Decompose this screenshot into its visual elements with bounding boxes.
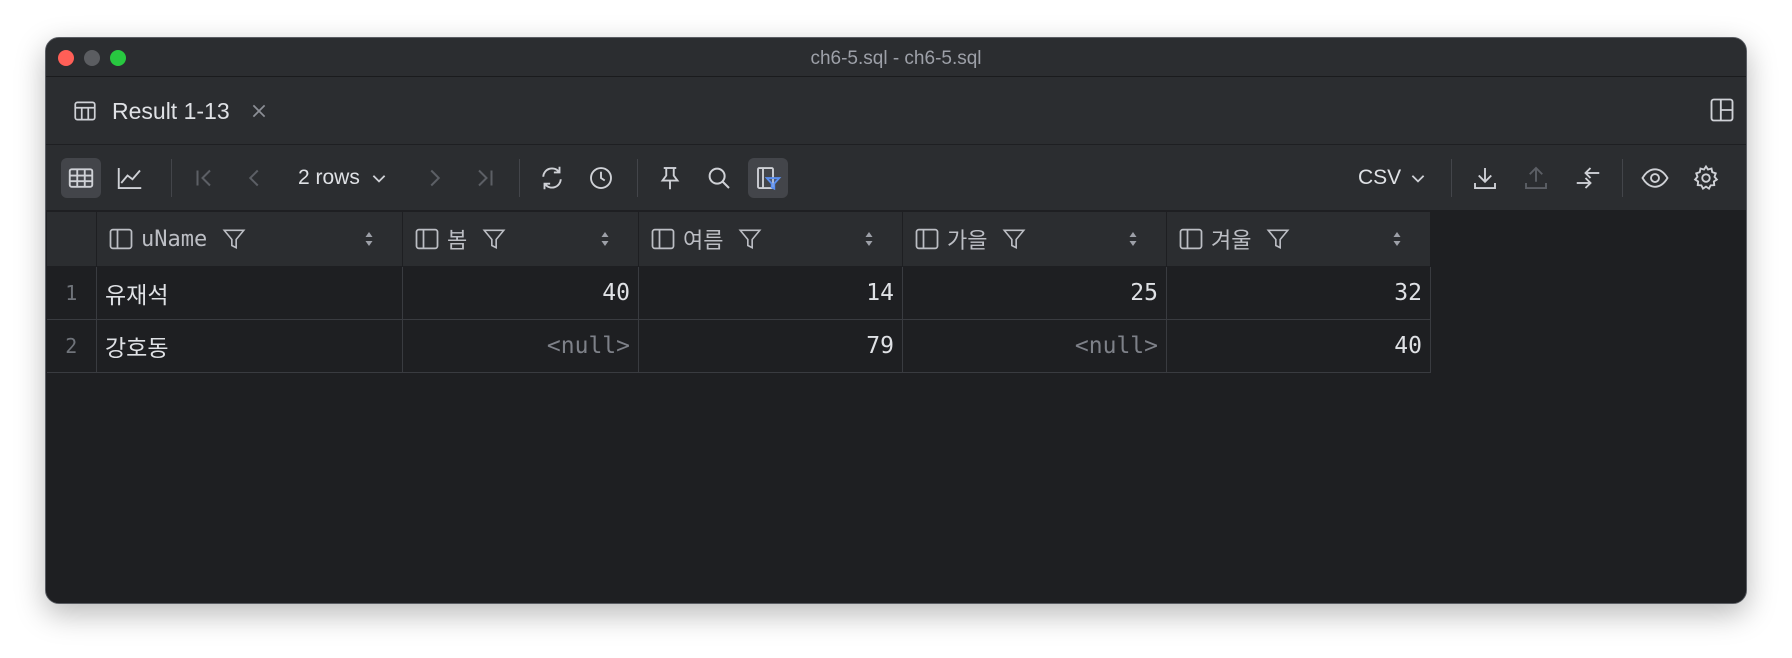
sort-icon[interactable]: [1126, 228, 1140, 250]
last-page-icon: [478, 169, 493, 187]
sort-icon[interactable]: [598, 228, 612, 250]
filter-icon[interactable]: [737, 226, 763, 252]
chevron-down-icon: [1411, 175, 1425, 183]
table-cell[interactable]: 40: [402, 266, 639, 320]
refresh-icon: [542, 166, 562, 190]
result-table: uName 봄 여름 가을 겨울 1 유재석 40 14 25 32 2 강호동 <null> 79 <nu…: [46, 211, 1431, 373]
search-icon: [708, 167, 730, 189]
table-cell[interactable]: 유재석: [96, 266, 403, 320]
table-icon: [74, 101, 96, 121]
result-toolbar: 2 rows CSV: [46, 145, 1746, 211]
previous-page-button[interactable]: [234, 158, 274, 198]
first-page-icon: [196, 169, 211, 187]
history-button[interactable]: [581, 158, 621, 198]
header-row: uName 봄 여름 가을 겨울: [46, 211, 1431, 267]
ide-window: ch6-5.sql - ch6-5.sql Result 1-13 2 rows…: [45, 37, 1747, 604]
rows-count-dropdown[interactable]: 2 rows: [298, 163, 388, 193]
last-page-button[interactable]: [464, 158, 504, 198]
result-tab-bar: Result 1-13: [46, 77, 1746, 145]
table-cell[interactable]: 강호동: [96, 319, 403, 373]
sort-icon[interactable]: [862, 228, 876, 250]
chart-view-button[interactable]: [110, 158, 150, 198]
import-button[interactable]: [1516, 158, 1556, 198]
table-row[interactable]: 2 강호동 <null> 79 <null> 40: [46, 319, 1431, 373]
column-header[interactable]: 가을: [902, 211, 1167, 267]
column-icon: [651, 228, 675, 250]
filter-icon[interactable]: [1001, 226, 1027, 252]
export-format-label: CSV: [1358, 166, 1402, 189]
column-icon: [415, 228, 439, 250]
gear-icon: [1693, 164, 1719, 190]
table-cell[interactable]: 14: [638, 266, 903, 320]
column-header[interactable]: 여름: [638, 211, 903, 267]
column-header[interactable]: uName: [96, 211, 403, 267]
compare-button[interactable]: [1568, 158, 1608, 198]
pin-icon: [660, 167, 680, 190]
column-icon: [109, 228, 133, 250]
table-cell[interactable]: 25: [902, 266, 1167, 320]
rows-count-label: 2 rows: [298, 166, 360, 189]
column-header-label: 가을: [947, 229, 988, 254]
table-cell[interactable]: 79: [638, 319, 903, 373]
table-view-button[interactable]: [61, 158, 101, 198]
column-icon: [1179, 228, 1203, 250]
table-row[interactable]: 1 유재석 40 14 25 32: [46, 266, 1431, 320]
next-page-button[interactable]: [415, 158, 455, 198]
column-header-label: 봄: [447, 229, 468, 254]
table-cell[interactable]: <null>: [902, 319, 1167, 373]
filter-toggle-button[interactable]: [748, 158, 788, 198]
eye-icon: [1641, 168, 1669, 188]
sort-icon[interactable]: [362, 228, 376, 250]
export-button[interactable]: [1465, 158, 1505, 198]
refresh-button[interactable]: [532, 158, 572, 198]
view-options-button[interactable]: [1635, 158, 1675, 198]
compare-arrows-icon: [1576, 167, 1600, 189]
column-header[interactable]: 봄: [402, 211, 639, 267]
filter-icon[interactable]: [481, 226, 507, 252]
row-number: 1: [46, 266, 97, 320]
row-number-header: [46, 211, 97, 267]
search-button[interactable]: [699, 158, 739, 198]
filter-icon[interactable]: [1265, 226, 1291, 252]
tab-result[interactable]: Result 1-13: [72, 95, 268, 127]
clock-icon: [590, 167, 612, 189]
result-grid: uName 봄 여름 가을 겨울 1 유재석 40 14 25 32 2 강호동 <null> 79 <nu…: [46, 211, 1746, 603]
export-format-dropdown[interactable]: CSV: [1358, 163, 1427, 193]
chevron-left-icon: [248, 169, 259, 187]
column-header[interactable]: 겨울: [1166, 211, 1431, 267]
download-icon: [1474, 168, 1496, 189]
chevron-down-icon: [372, 175, 386, 183]
column-header-label: 여름: [683, 229, 724, 254]
sort-icon[interactable]: [1390, 228, 1404, 250]
first-page-button[interactable]: [185, 158, 225, 198]
layout-toggle-icon[interactable]: [1708, 96, 1736, 124]
table-view-icon: [68, 168, 94, 188]
table-body: 1 유재석 40 14 25 32 2 강호동 <null> 79 <null> 40: [46, 266, 1431, 373]
table-cell[interactable]: 32: [1166, 266, 1431, 320]
window-title: ch6-5.sql - ch6-5.sql: [810, 48, 982, 69]
filter-icon: [757, 167, 782, 191]
title-bar: ch6-5.sql - ch6-5.sql: [46, 38, 1746, 77]
upload-icon: [1525, 166, 1547, 189]
column-header-label: uName: [141, 226, 208, 252]
filter-icon[interactable]: [221, 226, 247, 252]
column-icon: [915, 228, 939, 250]
chart-icon: [117, 168, 142, 189]
table-cell[interactable]: <null>: [402, 319, 639, 373]
settings-button[interactable]: [1686, 158, 1726, 198]
close-tab-icon[interactable]: [250, 102, 268, 120]
column-header-label: 겨울: [1211, 229, 1252, 254]
row-number: 2: [46, 319, 97, 373]
table-cell[interactable]: 40: [1166, 319, 1431, 373]
chevron-right-icon: [430, 169, 441, 187]
tab-label: Result 1-13: [112, 97, 230, 124]
pin-button[interactable]: [650, 158, 690, 198]
